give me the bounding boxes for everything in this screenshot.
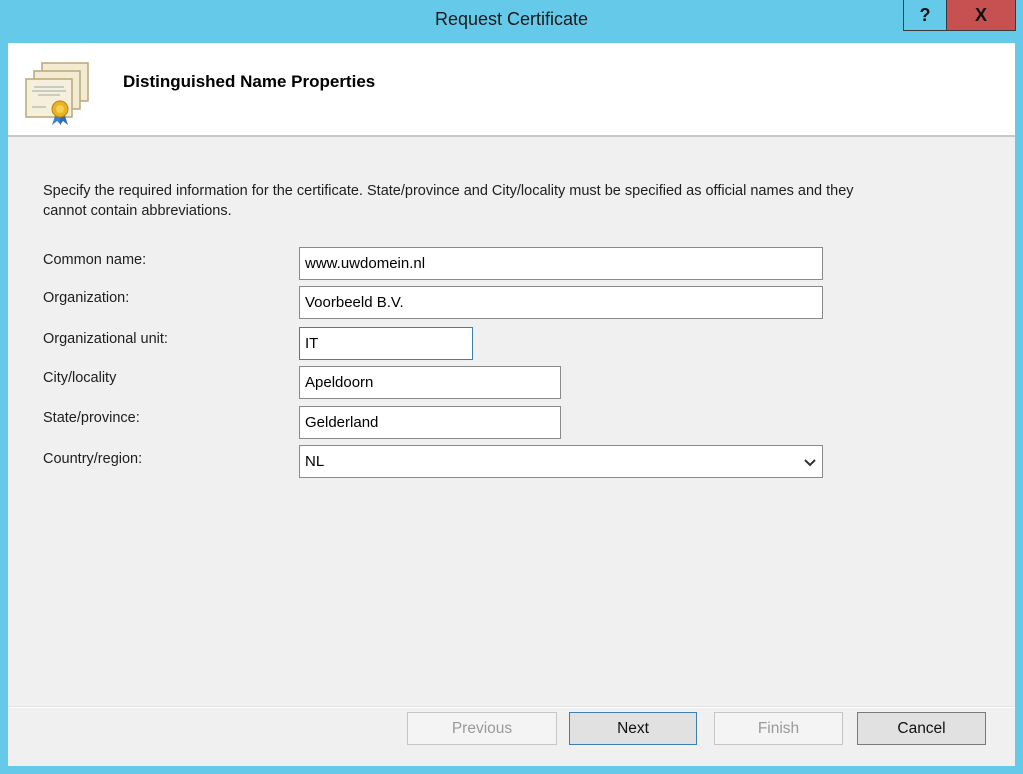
finish-button[interactable]: Finish — [714, 712, 843, 745]
chevron-down-icon — [804, 458, 816, 466]
city-locality-input[interactable] — [299, 366, 561, 399]
window-title: Request Certificate — [434, 9, 589, 29]
next-button[interactable]: Next — [569, 712, 697, 745]
close-button[interactable]: X — [946, 0, 1016, 31]
country-region-label: Country/region: — [43, 451, 143, 467]
country-region-select[interactable]: NL — [299, 445, 823, 478]
previous-button[interactable]: Previous — [407, 712, 557, 745]
country-region-value: NL — [305, 453, 325, 470]
page-title: Distinguished Name Properties — [123, 72, 376, 91]
organizational-unit-input[interactable] — [299, 327, 473, 360]
organization-input[interactable] — [299, 286, 823, 319]
state-province-input[interactable] — [299, 406, 561, 439]
certificate-icon — [25, 62, 89, 125]
state-province-label: State/province: — [43, 410, 140, 426]
footer-divider — [8, 706, 1015, 708]
common-name-label: Common name: — [43, 252, 147, 268]
instructions-text: Specify the required information for the… — [43, 183, 854, 219]
close-icon: X — [974, 4, 987, 25]
wizard-header: Distinguished Name Properties — [8, 43, 1015, 137]
organizational-unit-label: Organizational unit: — [43, 331, 168, 347]
help-button[interactable]: ? — [903, 0, 946, 31]
help-icon: ? — [919, 4, 931, 25]
organization-label: Organization: — [43, 290, 130, 306]
common-name-input[interactable] — [299, 247, 823, 280]
dialog-client: Distinguished Name Properties Specify th… — [8, 43, 1015, 766]
title-bar: Request Certificate ? X — [0, 0, 1023, 43]
city-locality-label: City/locality — [43, 370, 117, 386]
cancel-button[interactable]: Cancel — [857, 712, 986, 745]
